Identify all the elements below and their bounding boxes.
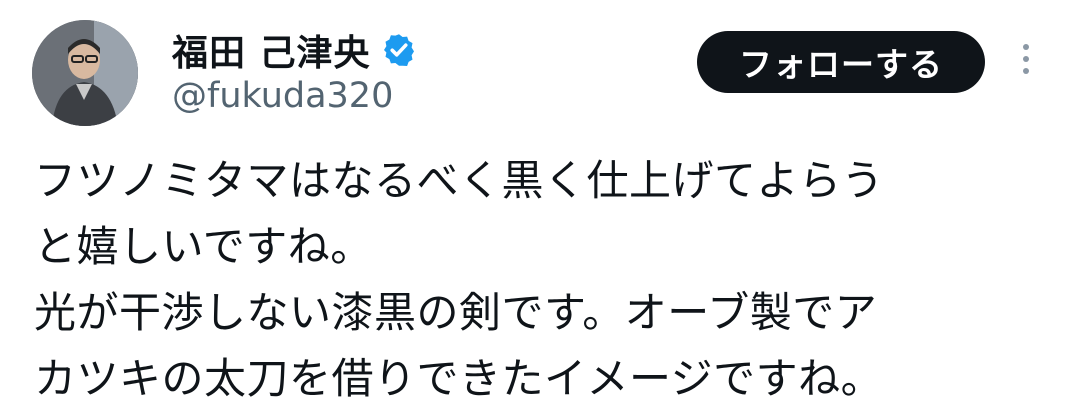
tweet-line: カツキの太刀を借りできたイメージですね。 <box>34 354 884 403</box>
user-name-row: 福田 己津央 <box>172 24 417 76</box>
tweet-line: フツノミタマはなるべく黒く仕上げてよらう <box>34 156 885 205</box>
tweet-line: と嬉しいですね。 <box>34 222 373 271</box>
more-options-icon[interactable] <box>1020 44 1032 80</box>
tweet-line: 光が干渉しない漆黒の剣です。オーブ製でア <box>34 288 878 337</box>
display-name[interactable]: 福田 己津央 <box>172 24 371 76</box>
follow-button[interactable]: フォローする <box>697 31 985 93</box>
user-handle[interactable]: @fukuda320 <box>172 76 393 116</box>
tweet-text: フツノミタマはなるべく黒く仕上げてよらう と嬉しいですね。 光が干渉しない漆黒の… <box>34 148 1034 412</box>
verified-badge-icon <box>383 34 414 67</box>
avatar[interactable] <box>32 20 138 126</box>
